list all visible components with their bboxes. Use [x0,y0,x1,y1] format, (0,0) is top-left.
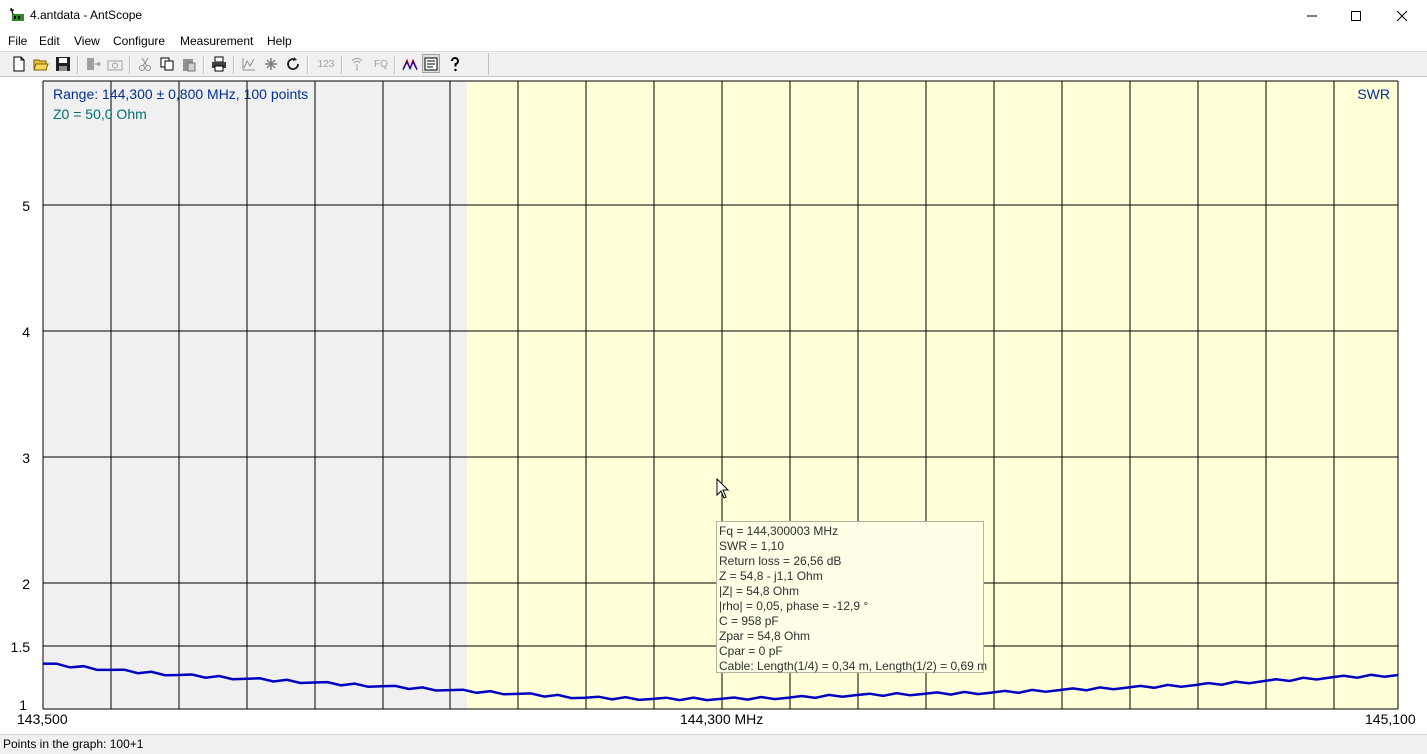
tooltip-return-loss: Return loss = 26,56 dB [719,554,842,568]
status-text: Points in the graph: 100+1 [3,737,144,751]
y-tick-label: 3 [22,450,30,466]
x-tick-label-right: 145,100 [1365,711,1416,727]
close-button[interactable] [1379,0,1425,31]
y-tick-label: 2 [22,576,30,592]
numbers-icon[interactable]: 123 [314,55,338,73]
menu-edit[interactable]: Edit [39,33,60,49]
tooltip-cpar: Cpar = 0 pF [719,644,783,658]
graph-mode-label: SWR [1357,86,1390,102]
swr-graph[interactable] [0,77,1427,734]
tooltip-toggle-icon[interactable] [422,54,440,73]
graph-panel[interactable]: Range: 144,300 ± 0,800 MHz, 100 points Z… [0,77,1427,734]
paste-icon[interactable] [180,55,198,73]
y-tick-label: 1.5 [10,639,30,655]
antscope-app-icon [9,7,25,23]
x-tick-label-center: 144,300 MHz [680,711,764,727]
title-bar: 4.antdata - AntScope [0,0,1427,31]
menu-bar: File Edit View Configure Measurement Hel… [0,31,1427,52]
print-icon[interactable] [210,55,228,73]
mouse-cursor-icon [716,477,730,503]
help-icon[interactable] [446,55,464,73]
measurement-tooltip: Fq = 144,300003 MHz SWR = 1,10 Return lo… [716,521,988,673]
minimize-button[interactable] [1289,0,1335,31]
tooltip-frequency: Fq = 144,300003 MHz [719,524,839,538]
menu-view[interactable]: View [74,33,100,49]
menu-configure[interactable]: Configure [113,33,165,49]
new-file-icon[interactable] [10,55,28,73]
maximize-button[interactable] [1333,0,1379,31]
tooltip-swr: SWR = 1,10 [719,539,785,553]
menu-measurement[interactable]: Measurement [180,33,253,49]
save-icon[interactable] [54,55,72,73]
tooltip-impedance-magnitude: |Z| = 54,8 Ohm [719,584,799,598]
export-icon[interactable] [84,55,102,73]
menu-file[interactable]: File [8,33,27,49]
swr-curves-icon[interactable] [401,55,419,73]
window-title: 4.antdata - AntScope [30,8,143,22]
graph-icon[interactable] [240,55,258,73]
marker-icon[interactable] [262,55,280,73]
outside-band-area [43,81,467,709]
z0-label: Z0 = 50,0 Ohm [53,106,147,122]
tooltip-zpar: Zpar = 54,8 Ohm [719,629,811,643]
menu-help[interactable]: Help [267,33,292,49]
y-tick-label: 5 [22,198,30,214]
tooltip-impedance: Z = 54,8 - j1,1 Ohm [719,569,823,583]
camera-icon[interactable] [106,55,124,73]
x-tick-label-left: 143,500 [17,711,68,727]
y-tick-label: 4 [22,324,30,340]
cut-icon[interactable] [136,55,154,73]
fq-icon[interactable]: FQ [370,55,392,73]
copy-icon[interactable] [158,55,176,73]
range-label: Range: 144,300 ± 0,800 MHz, 100 points [53,86,309,102]
toolbar: 123 FQ [0,52,1427,77]
tooltip-capacitance: C = 958 pF [719,614,779,628]
open-folder-icon[interactable] [32,55,50,73]
antenna-icon[interactable] [348,55,366,73]
status-bar: Points in the graph: 100+1 [0,734,1427,754]
tooltip-cable: Cable: Length(1/4) = 0,34 m, Length(1/2)… [719,659,988,673]
refresh-icon[interactable] [284,55,302,73]
tooltip-rho: |rho| = 0,05, phase = -12,9 ° [719,599,869,613]
